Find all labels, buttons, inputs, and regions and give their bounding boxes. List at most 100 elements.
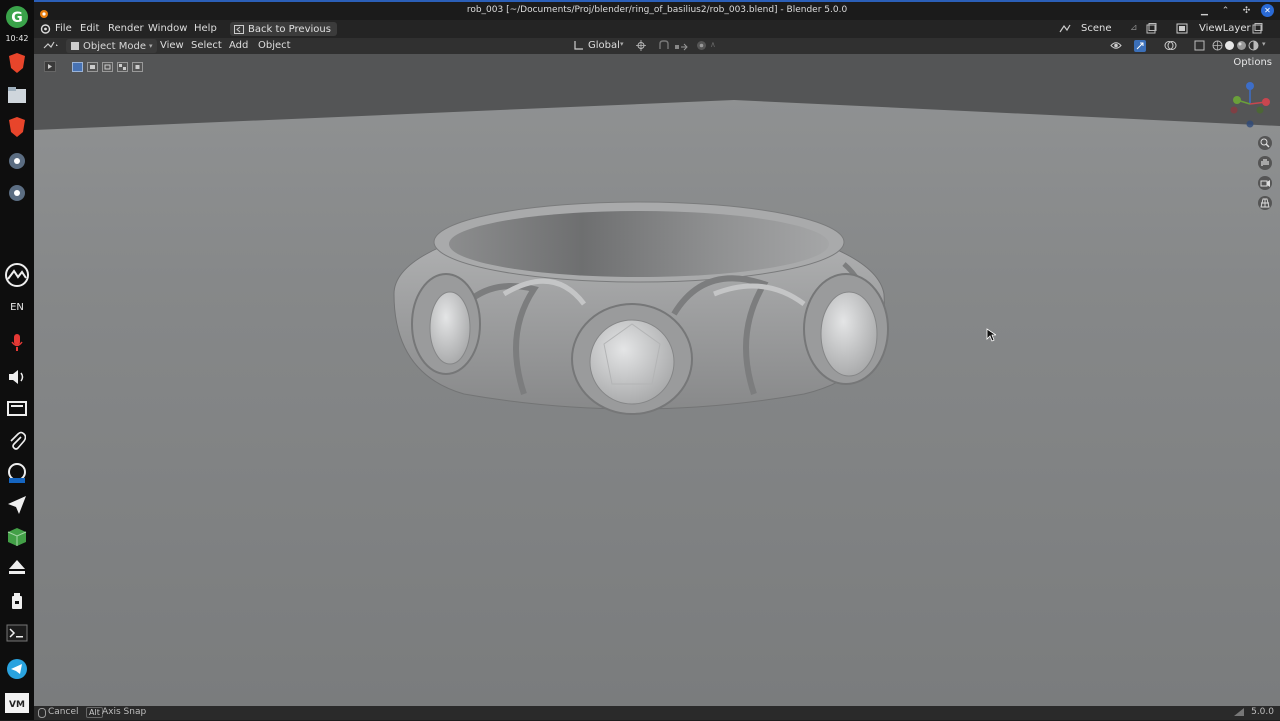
menu-help[interactable]: Help — [194, 23, 217, 34]
falloff-icon[interactable]: ∧ — [710, 40, 716, 49]
scene-selector[interactable]: Scene — [1081, 23, 1112, 34]
shading-wireframe-icon[interactable] — [1212, 40, 1223, 54]
select-invert-icon[interactable] — [117, 57, 128, 76]
box-icon[interactable] — [4, 524, 30, 550]
select-new-icon[interactable] — [72, 57, 83, 76]
axis-snap-hint: Axis Snap — [102, 707, 147, 717]
proportional-edit-icon[interactable] — [696, 40, 707, 54]
chevron-down-icon: ▾ — [149, 42, 153, 50]
mouse-right-icon — [38, 708, 46, 721]
options-dropdown[interactable]: Options — [1233, 57, 1272, 68]
network-icon — [1234, 708, 1244, 720]
overlays-icon[interactable] — [1164, 40, 1178, 54]
cancel-hint: Cancel — [48, 707, 79, 717]
menu-render[interactable]: Render — [108, 23, 144, 34]
menu-edit[interactable]: Edit — [80, 23, 99, 34]
menu-object[interactable]: Object — [258, 40, 291, 51]
select-intersect-icon[interactable] — [132, 57, 143, 76]
send-icon[interactable] — [4, 492, 30, 518]
screen-recorder-icon[interactable] — [4, 460, 30, 486]
screen-back-icon — [234, 24, 244, 34]
settings-icon[interactable] — [4, 180, 30, 206]
svg-text:G: G — [11, 10, 23, 26]
paperclip-icon[interactable] — [4, 428, 30, 454]
telegram-icon[interactable] — [4, 656, 30, 682]
pan-hand-icon[interactable] — [1258, 156, 1272, 170]
snap-icon[interactable] — [658, 40, 670, 54]
back-to-previous-button[interactable]: Back to Previous — [230, 22, 337, 36]
version-label: 5.0.0 — [1251, 707, 1274, 717]
status-bar: Cancel Alt Axis Snap 5.0.0 — [34, 706, 1280, 720]
camera-view-icon[interactable] — [1258, 176, 1272, 190]
new-scene-icon[interactable] — [1146, 23, 1157, 37]
back-to-previous-label: Back to Previous — [248, 23, 331, 35]
object-mode-dropdown[interactable]: Object Mode ▾ — [66, 39, 157, 53]
z-axis-icon[interactable] — [1246, 82, 1254, 90]
y-axis-icon[interactable] — [1233, 96, 1241, 104]
new-view-layer-icon[interactable] — [1252, 23, 1263, 37]
editor-type-icon[interactable] — [42, 39, 60, 54]
close-icon[interactable]: ✕ — [1261, 4, 1274, 17]
menu-window[interactable]: Window — [148, 23, 187, 34]
transform-orientation-dropdown[interactable]: Global — [588, 40, 620, 51]
shading-rendered-icon[interactable] — [1248, 40, 1259, 54]
terminal-icon[interactable] — [4, 620, 30, 646]
vm-icon[interactable]: VM — [4, 690, 30, 716]
select-extend-icon[interactable] — [87, 57, 98, 76]
keyboard-language[interactable]: EN — [0, 302, 34, 313]
view-layer-icon — [1176, 23, 1188, 37]
g-app-icon[interactable]: G — [4, 4, 30, 30]
activity-icon[interactable] — [4, 262, 30, 288]
files-icon[interactable] — [4, 82, 30, 108]
microphone-icon[interactable] — [4, 330, 30, 356]
selection-mode-toolbar — [44, 57, 143, 76]
perspective-grid-icon[interactable] — [1258, 196, 1272, 210]
object-mode-icon — [71, 42, 79, 50]
minimize-icon[interactable]: ▁ — [1198, 4, 1211, 17]
chevron-down-icon[interactable]: ▾ — [1262, 40, 1266, 48]
menu-select[interactable]: Select — [191, 40, 222, 51]
zoom-icon[interactable] — [1258, 136, 1272, 150]
viewport-header: Object Mode ▾ View Select Add Object Glo… — [34, 38, 1280, 54]
visibility-icon[interactable] — [1110, 40, 1126, 54]
neg-x-axis-icon[interactable] — [1230, 106, 1238, 114]
select-subtract-icon[interactable] — [102, 57, 113, 76]
clock: 10:42 — [5, 34, 29, 43]
tool-toggle-icon[interactable] — [44, 57, 56, 76]
brave-icon[interactable] — [4, 114, 30, 140]
shading-material-icon[interactable] — [1236, 40, 1247, 54]
mouse-cursor-icon — [986, 328, 996, 342]
speaker-icon[interactable] — [4, 364, 30, 390]
x-axis-icon[interactable] — [1262, 98, 1270, 106]
shading-solid-icon[interactable] — [1224, 40, 1235, 54]
blender-menu-icon[interactable] — [40, 23, 51, 37]
svg-text:VM: VM — [9, 700, 25, 710]
neg-y-axis-icon[interactable] — [1256, 106, 1264, 114]
alt-key: Alt — [86, 707, 103, 718]
usb-icon[interactable] — [4, 588, 30, 614]
axis-navigation-gizmo[interactable] — [1226, 80, 1274, 128]
ring-model[interactable] — [384, 194, 894, 424]
window-title: rob_003 [~/Documents/Proj/blender/ring_o… — [466, 5, 848, 15]
object-mode-label: Object Mode — [83, 40, 146, 52]
snap-target-icon[interactable] — [674, 40, 690, 54]
menu-file[interactable]: File — [55, 23, 72, 34]
screen-icon[interactable] — [4, 396, 30, 422]
neg-z-axis-icon[interactable] — [1246, 120, 1254, 128]
restore-icon[interactable]: ⌃ — [1219, 4, 1232, 17]
xray-icon[interactable] — [1194, 40, 1205, 54]
chevron-down-icon: ▾ — [620, 40, 624, 48]
pivot-icon[interactable] — [636, 40, 652, 54]
pin-icon[interactable]: ⊿ — [1130, 23, 1138, 33]
brave-icon[interactable] — [4, 50, 30, 76]
view-layer-selector[interactable]: ViewLayer — [1199, 23, 1251, 34]
settings-icon[interactable] — [4, 148, 30, 174]
orientation-icon — [574, 40, 584, 53]
gizmo-toggle-icon[interactable] — [1134, 40, 1150, 55]
3d-viewport[interactable]: Options — [34, 54, 1280, 706]
menu-add[interactable]: Add — [229, 40, 248, 51]
eject-icon[interactable] — [4, 554, 30, 580]
maximize-icon[interactable]: ✣ — [1240, 4, 1253, 17]
menu-view[interactable]: View — [160, 40, 184, 51]
window-titlebar: rob_003 [~/Documents/Proj/blender/ring_o… — [34, 0, 1280, 20]
